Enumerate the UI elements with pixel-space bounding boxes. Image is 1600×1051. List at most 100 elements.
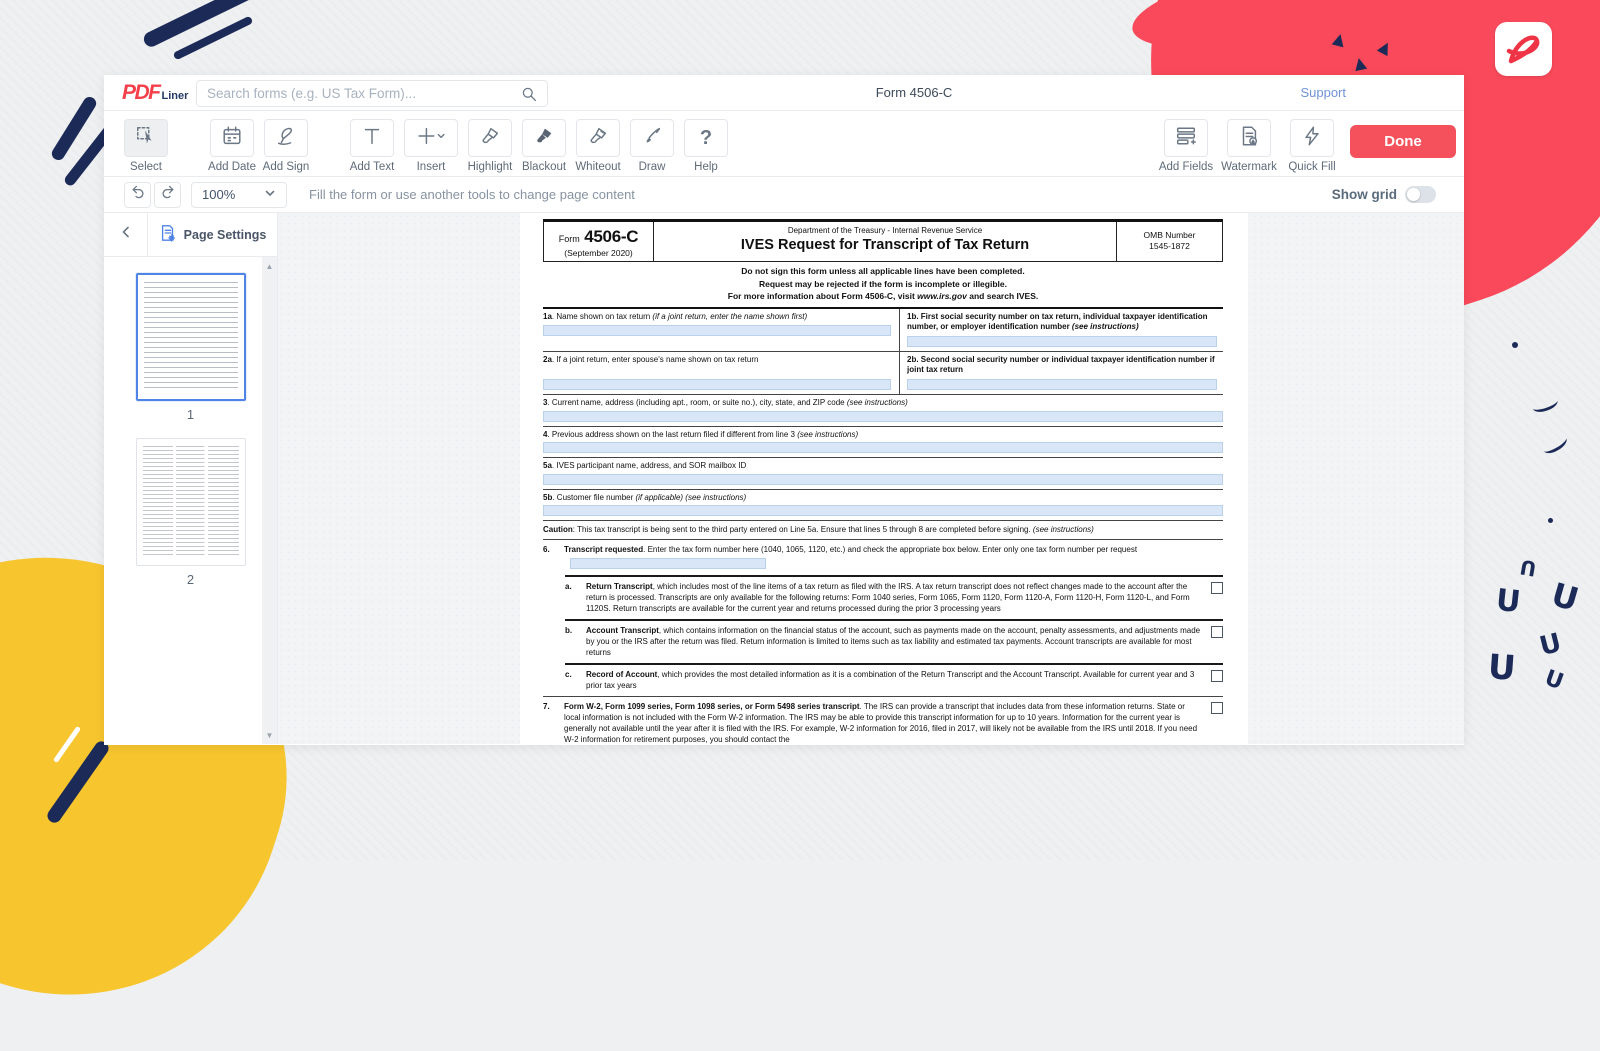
add-date-button[interactable]: Add Date <box>210 119 254 173</box>
zoom-level-dropdown[interactable]: 100% <box>191 182 287 208</box>
form-row-1: 1a. Name shown on tax return (if a joint… <box>543 309 1223 352</box>
whiteout-brush-icon <box>587 125 609 152</box>
chevron-left-icon <box>119 225 133 244</box>
line-1a-label: 1a. Name shown on tax return (if a joint… <box>543 312 891 323</box>
undo-button[interactable] <box>124 182 151 208</box>
line-6-input[interactable] <box>570 558 766 569</box>
line-2b-label: 2b. Second social security number or ind… <box>907 355 1217 376</box>
form-line-3: 3. Current name, address (including apt.… <box>543 395 1223 427</box>
form-word: Form <box>559 234 580 244</box>
search-input[interactable] <box>197 86 521 101</box>
line-1a-input[interactable] <box>543 325 891 336</box>
logo-pdf-text: PDF <box>122 82 160 103</box>
add-fields-button[interactable]: Add Fields <box>1164 119 1208 173</box>
page-thumbnail-2[interactable]: 2 <box>136 438 246 587</box>
line-5b-label: 5b. Customer file number (if applicable)… <box>543 493 1223 504</box>
line-7-number: 7. <box>543 701 564 744</box>
acrobat-swirl-icon <box>1504 30 1544 68</box>
add-text-button[interactable]: Add Text <box>350 119 394 173</box>
support-link[interactable]: Support <box>1300 85 1346 100</box>
undo-icon <box>130 184 146 205</box>
page-settings-label: Page Settings <box>184 228 267 242</box>
search-icon[interactable] <box>521 86 537 102</box>
form-row-2: 2a. If a joint return, enter spouse's na… <box>543 352 1223 396</box>
sub-toolbar: 100% Fill the form or use another tools … <box>104 177 1464 213</box>
page-2-preview <box>143 446 239 558</box>
item-a-text: Return Transcript, which includes most o… <box>586 581 1201 614</box>
acrobat-badge <box>1495 22 1552 76</box>
lightning-icon <box>1301 125 1323 152</box>
form-item-b: b. Account Transcript, which contains in… <box>565 619 1223 663</box>
redo-button[interactable] <box>154 182 181 208</box>
spot-decoration: U <box>1494 583 1522 620</box>
highlight-button[interactable]: Highlight <box>468 119 512 173</box>
account-transcript-checkbox[interactable] <box>1211 626 1223 638</box>
line-5a-input[interactable] <box>543 474 1223 485</box>
form-4506c-page: Form 4506-C (September 2020) Department … <box>520 213 1248 744</box>
collapse-sidebar-button[interactable] <box>104 213 148 256</box>
line-2a-label: 2a. If a joint return, enter spouse's na… <box>543 355 891 366</box>
add-fields-label: Add Fields <box>1159 161 1213 173</box>
draw-brush-icon <box>641 125 663 152</box>
blackout-label: Blackout <box>522 161 566 173</box>
line-6-number: 6. <box>543 544 564 570</box>
form-line-6: 6. Transcript requested. Enter the tax f… <box>543 540 1223 575</box>
logo-liner-text: Liner <box>162 90 189 102</box>
calendar-icon <box>221 125 243 152</box>
notice-line: Request may be rejected if the form is i… <box>543 278 1223 291</box>
line-3-label: 3. Current name, address (including apt.… <box>543 398 1223 409</box>
add-text-label: Add Text <box>350 161 395 173</box>
notice-line: Do not sign this form unless all applica… <box>543 265 1223 278</box>
draw-button[interactable]: Draw <box>630 119 674 173</box>
search-box <box>196 80 548 107</box>
help-button[interactable]: ? Help <box>684 119 728 173</box>
plus-icon <box>416 125 446 152</box>
form-item-c: c. Record of Account, which provides the… <box>565 663 1223 696</box>
scroll-down-icon[interactable]: ▼ <box>262 728 277 742</box>
pdfliner-logo[interactable]: PDF Liner <box>122 82 188 103</box>
form-line-5b: 5b. Customer file number (if applicable)… <box>543 490 1223 522</box>
page-number: 1 <box>136 407 246 422</box>
page-settings-button[interactable]: Page Settings <box>148 213 277 256</box>
form-w2-checkbox[interactable] <box>1211 702 1223 714</box>
record-of-account-checkbox[interactable] <box>1211 670 1223 682</box>
done-button[interactable]: Done <box>1350 125 1456 158</box>
add-date-label: Add Date <box>208 161 256 173</box>
blackout-brush-icon <box>533 125 555 152</box>
sidebar-scrollbar[interactable]: ▲ ▼ <box>262 257 277 744</box>
watermark-icon <box>1238 125 1260 152</box>
item-c-text: Record of Account, which provides the mo… <box>586 669 1201 691</box>
help-label: Help <box>694 161 718 173</box>
return-transcript-checkbox[interactable] <box>1211 582 1223 594</box>
quick-fill-button[interactable]: Quick Fill <box>1290 119 1334 173</box>
whiteout-button[interactable]: Whiteout <box>576 119 620 173</box>
insert-button[interactable]: Insert <box>404 119 458 173</box>
form-header-table: Form 4506-C (September 2020) Department … <box>543 219 1223 262</box>
dot-decoration <box>1548 518 1553 523</box>
watermark-button[interactable]: Watermark <box>1227 119 1271 173</box>
spot-decoration: U <box>1537 628 1565 662</box>
editor-hint-text: Fill the form or use another tools to ch… <box>309 187 635 202</box>
line-2a-input[interactable] <box>543 379 891 390</box>
blackout-button[interactable]: Blackout <box>522 119 566 173</box>
line-5b-input[interactable] <box>543 505 1223 516</box>
select-tool-button[interactable]: Select <box>124 119 168 173</box>
whiteout-label: Whiteout <box>575 161 620 173</box>
show-grid-toggle[interactable] <box>1405 186 1436 203</box>
text-icon <box>361 125 383 152</box>
page-thumbnail-1[interactable]: 1 <box>136 273 246 422</box>
omb-number: 1545-1872 <box>1119 241 1220 252</box>
form-item-a: a. Return Transcript, which includes mos… <box>565 575 1223 619</box>
app-header: PDF Liner Form 4506-C Support <box>104 75 1464 111</box>
arc-decoration <box>1540 432 1569 456</box>
page-1-preview <box>144 282 238 392</box>
line-4-input[interactable] <box>543 442 1223 453</box>
scroll-up-icon[interactable]: ▲ <box>262 259 277 273</box>
highlight-brush-icon <box>479 125 501 152</box>
line-1b-input[interactable] <box>907 336 1217 347</box>
line-4-label: 4. Previous address shown on the last re… <box>543 430 1223 441</box>
add-fields-icon <box>1175 125 1197 152</box>
add-sign-button[interactable]: Add Sign <box>264 119 308 173</box>
line-2b-input[interactable] <box>907 379 1217 390</box>
line-3-input[interactable] <box>543 411 1223 422</box>
